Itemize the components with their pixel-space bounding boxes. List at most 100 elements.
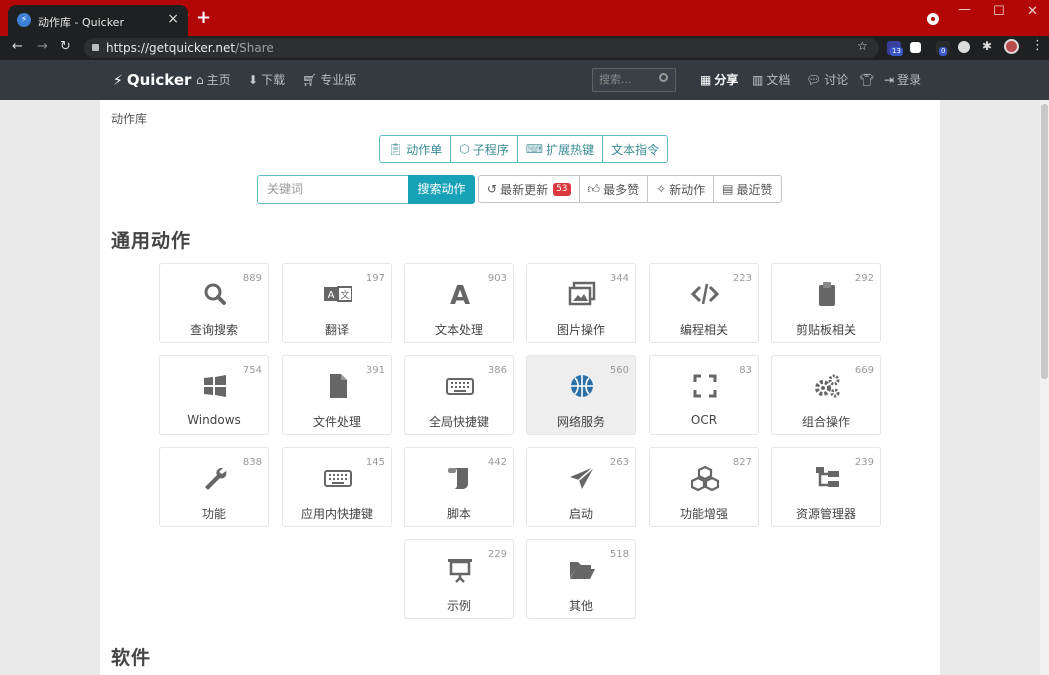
- tab-subprogram[interactable]: ⬡ 子程序: [450, 135, 517, 163]
- category-label: 应用内快捷键: [300, 507, 373, 521]
- search-icon: [201, 281, 229, 307]
- bolt-icon: ⚡: [113, 73, 123, 89]
- nav-home[interactable]: ⌂ 主页: [196, 73, 231, 87]
- category-count: 442: [487, 457, 507, 468]
- brand-name: Quicker: [126, 71, 192, 89]
- search-actions-button[interactable]: 搜索动作: [408, 175, 475, 204]
- font-icon: A: [446, 281, 474, 307]
- category-label: 剪贴板相关: [795, 323, 856, 337]
- category-card[interactable]: 145 应用内快捷键: [282, 447, 392, 527]
- category-card[interactable]: 197 A 文翻译: [282, 263, 392, 343]
- category-card[interactable]: 442 脚本: [404, 447, 514, 527]
- category-card[interactable]: 669 组合操作: [771, 355, 881, 435]
- category-card[interactable]: 560 网络服务: [526, 355, 636, 435]
- nav-docs[interactable]: ▥ 文档: [752, 73, 790, 87]
- grid-icon: ▦: [700, 73, 712, 87]
- category-card[interactable]: 229 示例: [404, 539, 514, 619]
- sort-most-liked-button[interactable]: 👍︎ 最多赞: [578, 175, 648, 203]
- paper-plane-icon: [568, 465, 596, 491]
- tab-action-list[interactable]: 📋︎ 动作单: [379, 135, 451, 163]
- category-label: OCR: [690, 413, 718, 427]
- forward-arrow-icon[interactable]: →: [37, 39, 48, 54]
- category-card[interactable]: 292 剪贴板相关: [771, 263, 881, 343]
- close-tab-icon[interactable]: ×: [167, 11, 179, 27]
- category-label: 组合操作: [801, 415, 850, 429]
- tab-text-commands[interactable]: 文本指令: [602, 135, 669, 163]
- category-card[interactable]: 889 查询搜索: [159, 263, 269, 343]
- category-card[interactable]: 263 启动: [526, 447, 636, 527]
- category-card[interactable]: 386 全局快捷键: [404, 355, 514, 435]
- sort-latest-button[interactable]: ↺ 最新更新 53: [478, 175, 579, 203]
- cube-icon: ⬡: [459, 142, 470, 156]
- nav-search-input[interactable]: 搜索...: [592, 68, 676, 92]
- address-bar[interactable]: https://getquicker.net/Share: [84, 38, 879, 58]
- browser-tab[interactable]: ⚡ 动作库 - Quicker ×: [8, 5, 188, 36]
- category-card[interactable]: 83 OCR: [649, 355, 759, 435]
- folder-open-icon: [568, 557, 596, 583]
- cogs-icon: [813, 373, 841, 399]
- record-icon[interactable]: [927, 13, 939, 25]
- bookmark-star-icon[interactable]: ☆: [857, 39, 868, 53]
- shirt-icon[interactable]: 👕︎: [859, 73, 874, 87]
- breadcrumb[interactable]: 动作库: [111, 110, 147, 127]
- category-card[interactable]: 344 图片操作: [526, 263, 636, 343]
- new-tab-plus-icon[interactable]: +: [196, 9, 211, 27]
- maximize-icon[interactable]: ☐: [993, 4, 1005, 19]
- category-card[interactable]: 223 编程相关: [649, 263, 759, 343]
- chat-icon: 💬︎: [806, 73, 822, 87]
- category-card[interactable]: 827 功能增强: [649, 447, 759, 527]
- category-card[interactable]: 754 Windows: [159, 355, 269, 435]
- category-label: 编程相关: [679, 323, 728, 337]
- category-label: 翻译: [324, 323, 349, 337]
- category-count: 83: [739, 365, 752, 376]
- category-label: 功能增强: [679, 507, 728, 521]
- category-card[interactable]: 518 其他: [526, 539, 636, 619]
- category-card[interactable]: 903 A 文本处理: [404, 263, 514, 343]
- category-count: 229: [487, 549, 507, 560]
- section-title-general: 通用动作: [111, 230, 192, 252]
- extension-icon[interactable]: 13: [887, 41, 903, 56]
- minimize-icon[interactable]: —: [958, 2, 971, 17]
- category-card[interactable]: 239 资源管理器: [771, 447, 881, 527]
- home-icon: ⌂: [196, 73, 204, 87]
- category-count: 669: [854, 365, 874, 376]
- sitemap-icon: [813, 465, 841, 491]
- wrench-icon: [201, 465, 229, 491]
- sort-new-button[interactable]: ✧ 新动作: [647, 175, 714, 203]
- category-count: 239: [854, 457, 874, 468]
- category-count: 889: [242, 273, 262, 284]
- back-arrow-icon[interactable]: ←: [12, 39, 23, 54]
- category-card[interactable]: 838 功能: [159, 447, 269, 527]
- download-icon: ⬇: [248, 73, 259, 87]
- puzzle-extensions-icon[interactable]: ✱: [982, 39, 992, 53]
- category-count: 391: [365, 365, 385, 376]
- sort-recent-liked-button[interactable]: ▤ 最近赞: [713, 175, 782, 203]
- tab-hotkeys[interactable]: ⌨ 扩展热键: [516, 135, 603, 163]
- extension-icon[interactable]: 0: [936, 41, 950, 56]
- category-count: 754: [242, 365, 262, 376]
- close-window-icon[interactable]: ✕: [1027, 4, 1038, 19]
- category-card[interactable]: 391 文件处理: [282, 355, 392, 435]
- reload-icon[interactable]: ↻: [60, 39, 71, 54]
- nav-share[interactable]: ▦ 分享: [700, 73, 738, 87]
- sort-buttons: ↺ 最新更新 53 👍︎ 最多赞 ✧ 新动作 ▤ 最近赞: [478, 175, 782, 203]
- calendar-icon: ▤: [722, 182, 734, 196]
- nav-download[interactable]: ⬇ 下载: [248, 73, 285, 87]
- sparkle-icon: ✧: [656, 182, 667, 196]
- nav-discuss[interactable]: 💬︎ 讨论: [806, 73, 848, 87]
- category-label: 脚本: [446, 507, 471, 521]
- category-count: 197: [365, 273, 385, 284]
- search-icon[interactable]: [659, 73, 668, 82]
- keyword-search-input[interactable]: 关键词: [257, 175, 409, 204]
- category-count: 145: [365, 457, 385, 468]
- category-count: 292: [854, 273, 874, 284]
- more-menu-icon[interactable]: ⋮: [1031, 38, 1044, 53]
- brand-logo[interactable]: ⚡ Quicker: [113, 68, 191, 93]
- extension-notes-icon[interactable]: [910, 42, 921, 53]
- nav-pro[interactable]: 🛒︎ 专业版: [302, 73, 356, 87]
- profile-avatar[interactable]: [1004, 39, 1019, 54]
- nav-login[interactable]: ⇥ 登录: [884, 73, 921, 87]
- scrollbar-thumb[interactable]: [1041, 104, 1048, 379]
- expand-icon: [691, 373, 719, 399]
- extension-icon[interactable]: [958, 41, 970, 53]
